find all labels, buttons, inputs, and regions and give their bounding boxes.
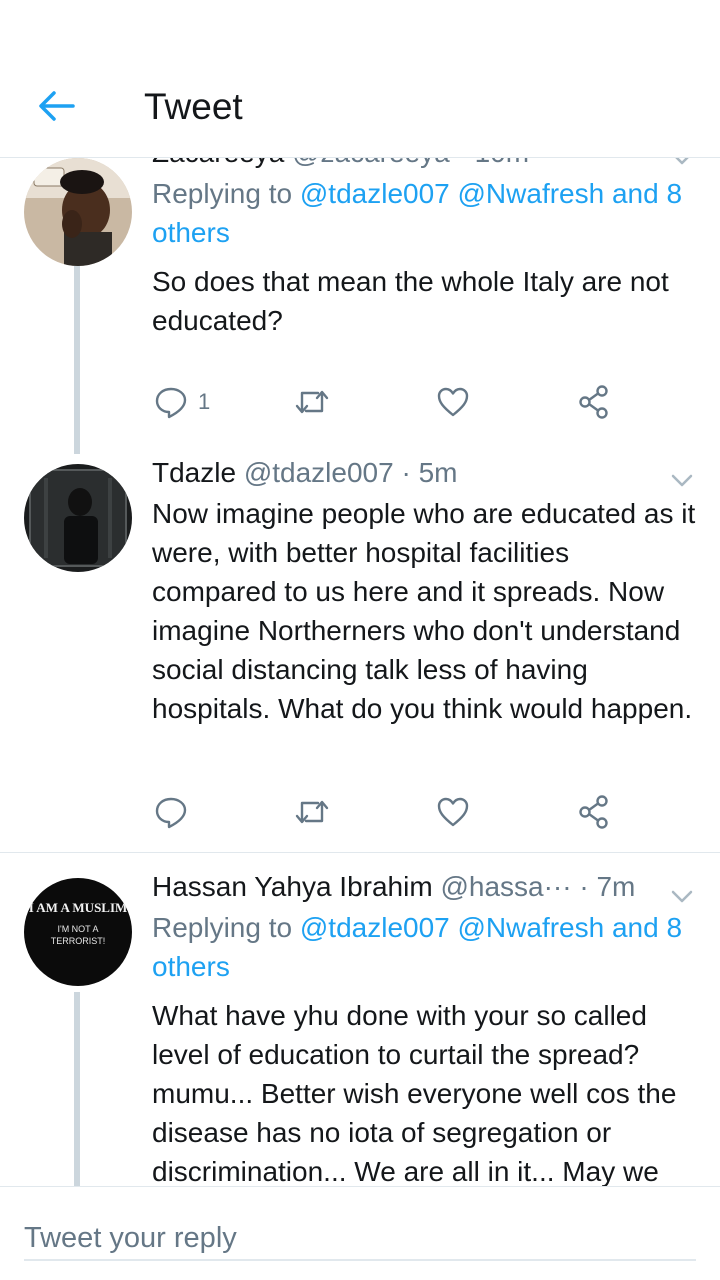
tweet-actions	[152, 792, 622, 832]
chevron-down-icon[interactable]	[668, 882, 696, 910]
back-button[interactable]	[34, 84, 78, 128]
tweet-divider	[0, 852, 720, 853]
avatar-text: I AM A MUSLIM	[29, 900, 128, 915]
replying-to: Replying to @tdazle007 @Nwafresh and 8 o…	[152, 174, 700, 252]
share-button[interactable]	[578, 792, 610, 832]
tweet-content: Tdazle @tdazle007 · 5m Now imagine peopl…	[152, 456, 700, 728]
retweet-icon	[295, 390, 329, 414]
share-icon	[579, 795, 608, 829]
reply-button[interactable]	[154, 792, 188, 832]
tweet-actions: 1	[152, 382, 622, 422]
tweet-time: · 5m	[401, 457, 458, 488]
reply-input[interactable]	[24, 1217, 696, 1261]
avatar-text: TERRORIST!	[51, 936, 106, 946]
thread-line	[74, 992, 80, 1186]
page-title: Tweet	[144, 86, 243, 127]
author-handle[interactable]: @hassa···	[440, 871, 571, 902]
replying-to-label: Replying to	[152, 178, 300, 209]
like-icon	[437, 387, 469, 417]
avatar[interactable]	[24, 158, 132, 266]
tweet[interactable]: Zacareeya @zacareeya · 10m Replying to @…	[0, 158, 720, 454]
share-icon	[579, 385, 608, 419]
tweet-meta: Zacareeya @zacareeya · 10m	[152, 158, 700, 170]
retweet-button[interactable]	[294, 382, 330, 422]
arrow-left-icon	[39, 91, 75, 121]
reply-button[interactable]: 1	[154, 382, 210, 422]
like-icon	[437, 797, 469, 827]
share-button[interactable]	[578, 382, 610, 422]
author-name[interactable]: Zacareeya	[152, 158, 284, 168]
author-handle[interactable]: @zacareeya	[292, 158, 450, 168]
reply-icon	[155, 387, 187, 419]
retweet-icon	[295, 800, 329, 824]
top-bar: Tweet	[0, 0, 720, 158]
author-name[interactable]: Tdazle	[152, 457, 236, 488]
author-handle[interactable]: @tdazle007	[244, 457, 394, 488]
avatar[interactable]	[24, 464, 132, 572]
avatar-text: I'M NOT A	[57, 924, 98, 934]
thread-line	[74, 266, 80, 454]
reply-timeline[interactable]: Zacareeya @zacareeya · 10m Replying to @…	[0, 158, 720, 1186]
like-button[interactable]	[436, 382, 470, 422]
chevron-down-icon[interactable]	[668, 466, 696, 494]
tweet-meta: Hassan Yahya Ibrahim @hassa··· · 7m	[152, 870, 700, 904]
reply-composer	[0, 1186, 720, 1280]
tweet-time: · 10m	[457, 158, 529, 168]
like-button[interactable]	[436, 792, 470, 832]
chevron-down-icon[interactable]	[668, 158, 696, 172]
tweet-content: Hassan Yahya Ibrahim @hassa··· · 7m Repl…	[152, 870, 700, 1186]
tweet-meta: Tdazle @tdazle007 · 5m	[152, 456, 700, 490]
reply-count: 1	[198, 389, 211, 414]
reply-icon	[155, 797, 187, 829]
retweet-button[interactable]	[294, 792, 330, 832]
tweet[interactable]: I AM A MUSLIM I'M NOT A TERRORIST! Hassa…	[0, 864, 720, 1186]
tweet-time: · 7m	[579, 871, 636, 902]
avatar[interactable]: I AM A MUSLIM I'M NOT A TERRORIST!	[24, 878, 132, 986]
tweet-content: Zacareeya @zacareeya · 10m Replying to @…	[152, 158, 700, 340]
tweet-text: What have yhu done with your so called l…	[152, 1000, 677, 1186]
tweet[interactable]: Tdazle @tdazle007 · 5m Now imagine peopl…	[0, 454, 720, 852]
author-name[interactable]: Hassan Yahya Ibrahim	[152, 871, 433, 902]
replying-to: Replying to @tdazle007 @Nwafresh and 8 o…	[152, 908, 700, 986]
tweet-text: Now imagine people who are educated as i…	[152, 498, 696, 724]
replying-to-label: Replying to	[152, 912, 300, 943]
tweet-text: So does that mean the whole Italy are no…	[152, 266, 669, 336]
